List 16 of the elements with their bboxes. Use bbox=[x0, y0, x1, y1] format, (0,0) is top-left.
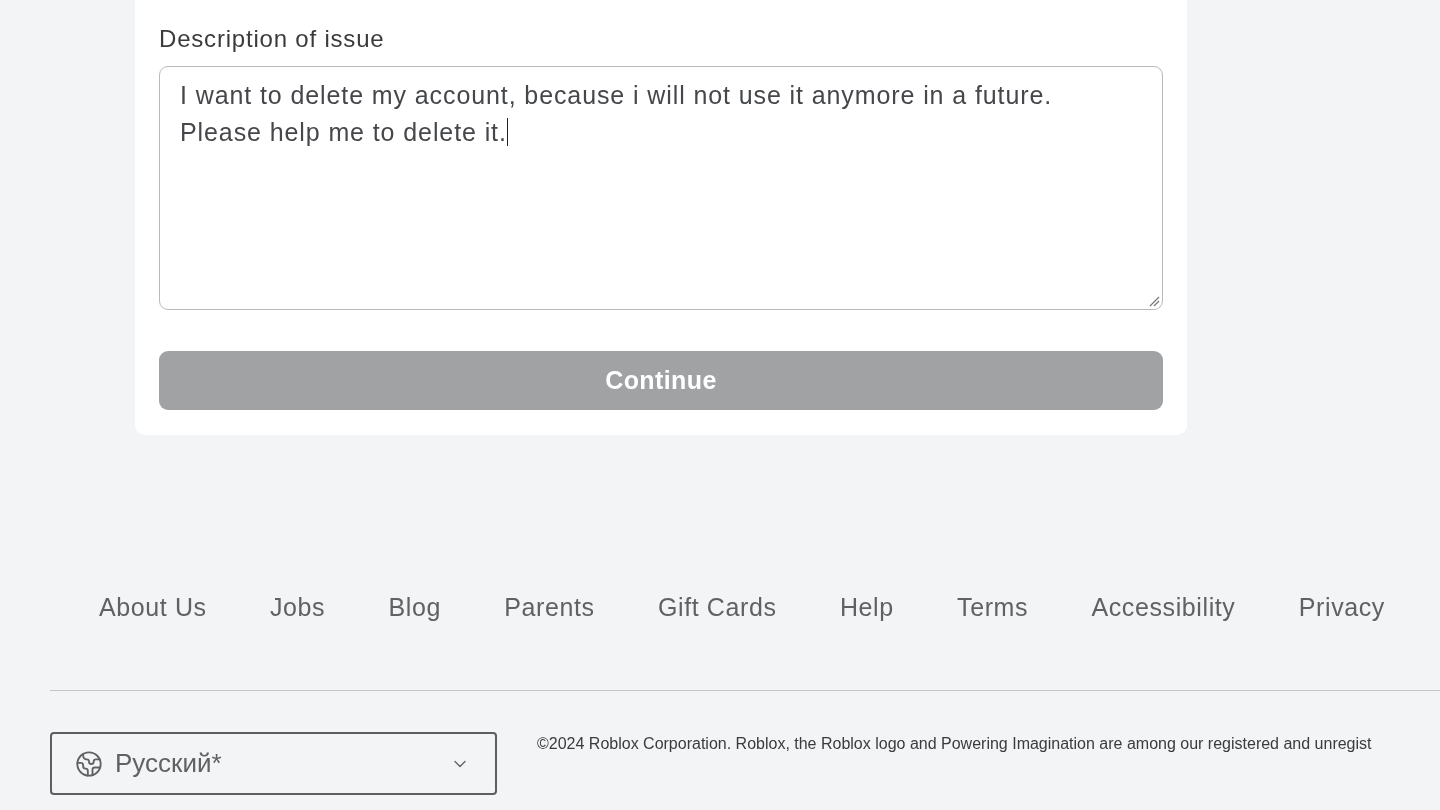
footer-link[interactable]: Help bbox=[839, 591, 894, 623]
footer-link[interactable]: Parents bbox=[504, 591, 595, 623]
footer-link[interactable]: Gift Cards bbox=[658, 591, 777, 623]
resize-handle-icon bbox=[1148, 295, 1160, 307]
footer-link[interactable]: About Us bbox=[99, 591, 207, 623]
footer-link[interactable]: Terms bbox=[957, 591, 1029, 623]
language-select[interactable]: Русский* bbox=[50, 732, 497, 795]
globe-icon bbox=[75, 749, 103, 778]
footer-link[interactable]: Blog bbox=[388, 591, 441, 623]
language-value: Русский* bbox=[115, 747, 223, 780]
field-label: Description of issue bbox=[159, 24, 385, 54]
footer-link[interactable]: Accessibility bbox=[1091, 591, 1236, 623]
copyright-text: ©2024 Roblox Corporation. Roblox, the Roblox logo and Powering Imagination are among our registered and unregist bbox=[537, 734, 1372, 754]
footer-link[interactable]: Jobs bbox=[270, 591, 326, 623]
description-field[interactable]: I want to delete my account, because i will not use it anymore in a future. Please help me to delete it. bbox=[159, 66, 1163, 310]
footer-link[interactable]: Privacy bbox=[1298, 591, 1385, 623]
